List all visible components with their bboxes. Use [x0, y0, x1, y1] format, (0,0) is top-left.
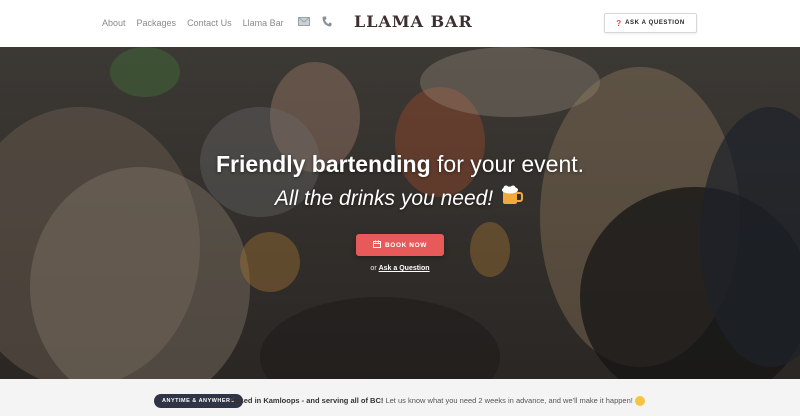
hero-subline: All the drinks you need!: [0, 185, 800, 211]
phone-icon[interactable]: [322, 16, 332, 30]
ask-question-button[interactable]: ? ASK A QUESTION: [604, 13, 697, 33]
mail-icon[interactable]: [297, 17, 310, 29]
info-message-rest: Let us know what you need 2 weeks in adv…: [383, 396, 633, 405]
book-now-button[interactable]: BOOK NOW: [356, 234, 444, 256]
or-text: or: [370, 265, 379, 272]
hero-headline: Friendly bartending for your event.: [0, 151, 800, 178]
nav-llama-bar[interactable]: Llama Bar: [243, 18, 284, 28]
site-logo[interactable]: LLAMA BAR: [354, 12, 473, 31]
ask-question-link[interactable]: Ask a Question: [379, 265, 430, 272]
info-bar: ANYTIME & ANYWHERE Based in Kamloops - a…: [0, 379, 800, 416]
book-now-label: BOOK NOW: [385, 241, 427, 249]
info-message: Based in Kamloops - and serving all of B…: [230, 396, 645, 407]
hero-headline-rest: for your event.: [430, 151, 585, 177]
hero-headline-bold: Friendly bartending: [215, 151, 431, 177]
site-header: About Packages Contact Us Llama Bar LLAM…: [0, 0, 800, 47]
or-ask-line: or Ask a Question: [0, 265, 800, 272]
ask-question-label: ASK A QUESTION: [625, 20, 685, 26]
hero-dim-overlay: [0, 47, 800, 379]
nav-about[interactable]: About: [102, 18, 126, 28]
hero-subline-text: All the drinks you need!: [274, 187, 494, 210]
smile-emoji-icon: [634, 396, 645, 407]
info-message-bold: Based in Kamloops - and serving all of B…: [230, 396, 384, 405]
question-icon: ?: [616, 18, 622, 28]
hero-section: Friendly bartending for your event. All …: [0, 47, 800, 379]
main-nav: About Packages Contact Us Llama Bar: [102, 16, 341, 30]
calendar-icon: [373, 240, 381, 250]
nav-packages[interactable]: Packages: [137, 18, 177, 28]
nav-contact-us[interactable]: Contact Us: [187, 18, 232, 28]
beer-mug-icon: [501, 185, 525, 211]
